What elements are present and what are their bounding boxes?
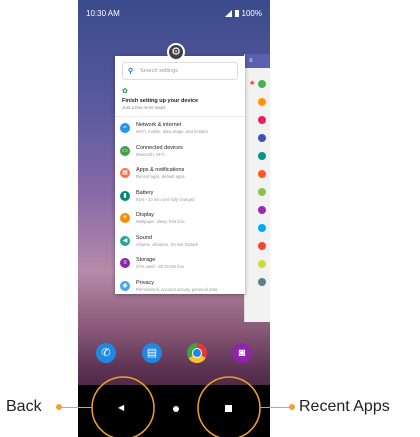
- status-time: 10:30 AM: [86, 9, 120, 18]
- sound-icon: ◀: [120, 235, 130, 246]
- item-title: Storage: [136, 257, 156, 263]
- item-subtitle: Wallpaper, sleep, font size: [136, 219, 185, 224]
- settings-item-apps[interactable]: ▦ Apps & notifications Recent apps, defau…: [115, 167, 245, 190]
- home-button[interactable]: [173, 406, 179, 412]
- devices-icon: ▭: [120, 145, 130, 156]
- storage-icon: ≡: [120, 258, 130, 268]
- signal-icon: [224, 10, 232, 17]
- item-title: Display: [136, 212, 155, 218]
- status-icons: 100%: [224, 9, 262, 18]
- item-title: Privacy: [136, 279, 155, 286]
- item-subtitle: Bluetooth, NFC: [136, 151, 165, 157]
- phone-icon[interactable]: ✆: [96, 343, 116, 363]
- chrome-icon[interactable]: [187, 343, 207, 363]
- display-icon: ☀: [120, 213, 130, 223]
- settings-item-connected-devices[interactable]: ▭ Connected devices Bluetooth, NFC: [115, 145, 245, 168]
- recent-app-card-next[interactable]: ≡ ★: [244, 54, 270, 322]
- finish-setup-suggestion[interactable]: ✿ Finish setting up your device Just a f…: [115, 83, 245, 117]
- avatar: [258, 242, 266, 250]
- recent-apps-label: Recent Apps: [299, 398, 390, 415]
- avatar: [258, 188, 266, 196]
- search-placeholder: Search settings: [140, 68, 179, 74]
- item-subtitle: Permissions, account activity, personal …: [136, 286, 218, 292]
- settings-item-network[interactable]: ≈ Network & internet Wi-Fi, mobile, data …: [115, 122, 245, 145]
- recent-apps-button[interactable]: [225, 405, 232, 412]
- recent-leader-line: [260, 407, 290, 408]
- battery-icon: [234, 10, 239, 17]
- item-subtitle: Volume, vibration, Do Not Disturb: [136, 241, 198, 247]
- camera-icon[interactable]: ◙: [232, 343, 252, 363]
- settings-item-battery[interactable]: ▮ Battery 91% - 10 min until fully charge…: [115, 190, 245, 213]
- settings-item-privacy[interactable]: ◉ Privacy Permissions, account activity, …: [115, 280, 245, 295]
- avatar: [258, 116, 266, 124]
- item-title: Network & internet: [136, 122, 182, 128]
- recent-app-card-settings[interactable]: ⚲ Search settings ✿ Finish setting up yo…: [115, 56, 245, 294]
- finish-title: Finish setting up your device: [122, 98, 199, 104]
- avatar: [258, 278, 266, 286]
- status-bar: 10:30 AM 100%: [78, 0, 270, 26]
- avatar: [258, 206, 266, 214]
- item-subtitle: Recent apps, default apps: [136, 174, 185, 179]
- phone-screen: 10:30 AM 100% ≡ ★ ⚲ Search settings ✿ Fi…: [78, 0, 270, 437]
- settings-item-sound[interactable]: ◀ Sound Volume, vibration, Do Not Disturb: [115, 235, 245, 258]
- back-label: Back: [6, 398, 42, 415]
- avatar: [258, 80, 266, 88]
- battery-percent: 100%: [241, 9, 262, 18]
- item-title: Battery: [136, 189, 154, 196]
- item-title: Connected devices: [136, 144, 183, 151]
- battery-icon: ▮: [120, 190, 130, 201]
- avatar: [258, 152, 266, 160]
- settings-item-storage[interactable]: ≡ Storage 37% used - 20.29 GB free: [115, 257, 245, 280]
- back-leader-line: [60, 407, 92, 408]
- finish-subtitle: Just a few more steps: [122, 105, 166, 110]
- app-header: ≡: [245, 54, 270, 68]
- item-title: Apps & notifications: [136, 167, 185, 173]
- star-icon: ★: [249, 80, 256, 87]
- search-icon: ⚲: [128, 68, 134, 75]
- wifi-icon: ≈: [120, 123, 130, 133]
- avatar: [258, 224, 266, 232]
- setup-icon: ✿: [122, 88, 128, 95]
- back-icon[interactable]: ◀: [118, 403, 124, 412]
- item-subtitle: 91% - 10 min until fully charged: [136, 196, 195, 202]
- recent-leader-dot: [289, 404, 295, 410]
- avatar: [258, 134, 266, 142]
- avatar: [258, 98, 266, 106]
- messages-icon[interactable]: ▤: [142, 343, 162, 363]
- privacy-icon: ◉: [120, 280, 130, 291]
- item-title: Sound: [136, 234, 152, 241]
- avatar: [258, 170, 266, 178]
- settings-app-icon[interactable]: ⚙: [167, 43, 185, 61]
- item-subtitle: 37% used - 20.29 GB free: [136, 264, 185, 269]
- avatar: [258, 260, 266, 268]
- apps-icon: ▦: [120, 168, 130, 178]
- search-bar[interactable]: ⚲ Search settings: [122, 62, 238, 80]
- settings-item-display[interactable]: ☀ Display Wallpaper, sleep, font size: [115, 212, 245, 235]
- item-subtitle: Wi-Fi, mobile, data usage, and hotspot: [136, 129, 208, 134]
